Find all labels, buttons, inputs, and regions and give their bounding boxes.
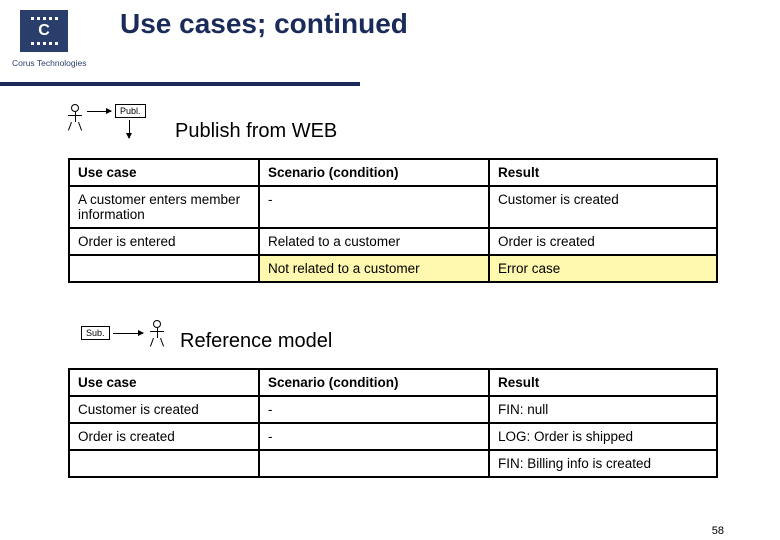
table-row: Order is created - LOG: Order is shipped [69, 423, 717, 450]
logo-mark: C [20, 10, 68, 52]
page-title: Use cases; continued [120, 8, 408, 40]
arrow-icon [87, 111, 111, 112]
reference-section-heading: Reference model [180, 330, 332, 353]
col-scenario: Scenario (condition) [259, 159, 489, 186]
table-row: Customer is created - FIN: null [69, 396, 717, 423]
publish-section-heading: Publish from WEB [175, 120, 337, 143]
col-scenario: Scenario (condition) [259, 369, 489, 396]
subscribe-label: Sub. [81, 326, 110, 340]
title-underline [0, 82, 360, 86]
arrow-down-icon [129, 120, 130, 138]
table-row: A customer enters member information - C… [69, 186, 717, 228]
page-number: 58 [712, 525, 724, 537]
publish-use-case-table: Use case Scenario (condition) Result A c… [68, 158, 718, 283]
col-result: Result [489, 159, 717, 186]
table-row: FIN: Billing info is created [69, 450, 717, 477]
actor-icon [147, 320, 167, 346]
actor-icon [65, 104, 85, 130]
company-name: Corus Technologies [12, 58, 76, 68]
company-logo: C Corus Technologies [12, 10, 76, 68]
table-header-row: Use case Scenario (condition) Result [69, 159, 717, 186]
table-header-row: Use case Scenario (condition) Result [69, 369, 717, 396]
publish-label: Publ. [115, 104, 146, 118]
col-usecase: Use case [69, 369, 259, 396]
col-usecase: Use case [69, 159, 259, 186]
table-row: Order is entered Related to a customer O… [69, 228, 717, 255]
table-row: Not related to a customer Error case [69, 255, 717, 282]
col-result: Result [489, 369, 717, 396]
subscribe-diagram: Sub. [65, 308, 175, 358]
publish-diagram: Publ. [65, 98, 165, 148]
arrow-icon [113, 333, 143, 334]
reference-use-case-table: Use case Scenario (condition) Result Cus… [68, 368, 718, 478]
